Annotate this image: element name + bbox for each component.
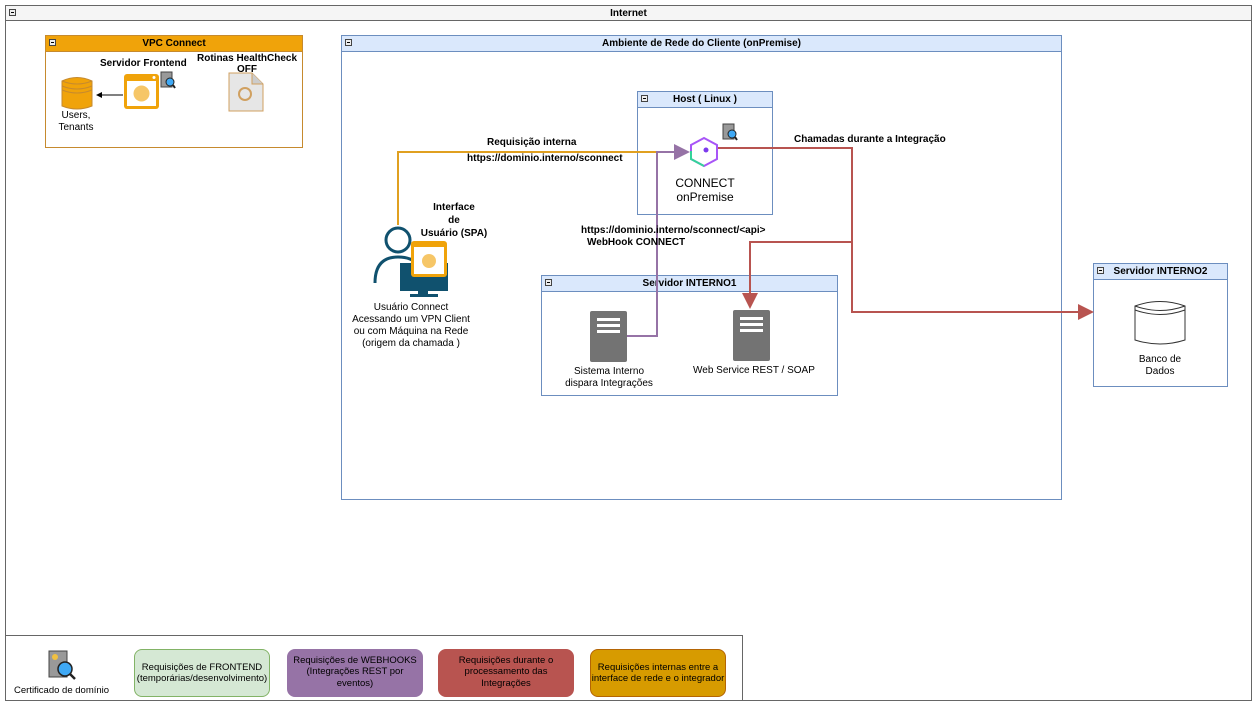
banco-label: Banco de Dados — [1138, 354, 1182, 377]
red-connector-ws — [742, 241, 852, 309]
legend-webhooks: Requisições de WEBHOOKS (Integrações REST… — [287, 649, 423, 697]
webhook-label: WebHook CONNECT — [587, 237, 686, 248]
req-url-label: https://dominio.interno/sconnect — [467, 153, 623, 164]
connect-logo-icon — [690, 136, 718, 168]
certificate-icon — [722, 123, 738, 141]
legend: Certificado de domínio Requisições de FR… — [5, 635, 743, 701]
legend-frontend: Requisições de FRONTEND (temporárias/dese… — [134, 649, 270, 697]
certificate-icon — [48, 650, 76, 680]
sistema-interno-label: Sistema Interno dispara Integrações — [565, 366, 653, 389]
connect-label: CONNECT onPremise — [675, 176, 735, 204]
user-label: Usuário Connect Acessando um VPN Client ou… — [352, 302, 470, 349]
chamadas-label: Chamadas durante a Integração — [794, 134, 946, 145]
legend-internas: Requisições internas entre a interface de… — [590, 649, 726, 697]
legend-durante: Requisições durante o processamento das In… — [438, 649, 574, 697]
legend-certificado: Certificado de domínio — [14, 685, 110, 696]
webhook-url-label: https://dominio.interno/sconnect/<api> — [581, 225, 766, 236]
server-icon — [590, 311, 627, 362]
server-icon — [733, 310, 770, 361]
user-computer-icon — [373, 226, 448, 297]
webservice-label: Web Service REST / SOAP — [693, 365, 815, 376]
req-interna-label: Requisição interna — [487, 137, 577, 148]
database-icon — [1134, 301, 1186, 345]
connectors — [397, 144, 1094, 337]
red-connector-db — [718, 147, 1094, 320]
